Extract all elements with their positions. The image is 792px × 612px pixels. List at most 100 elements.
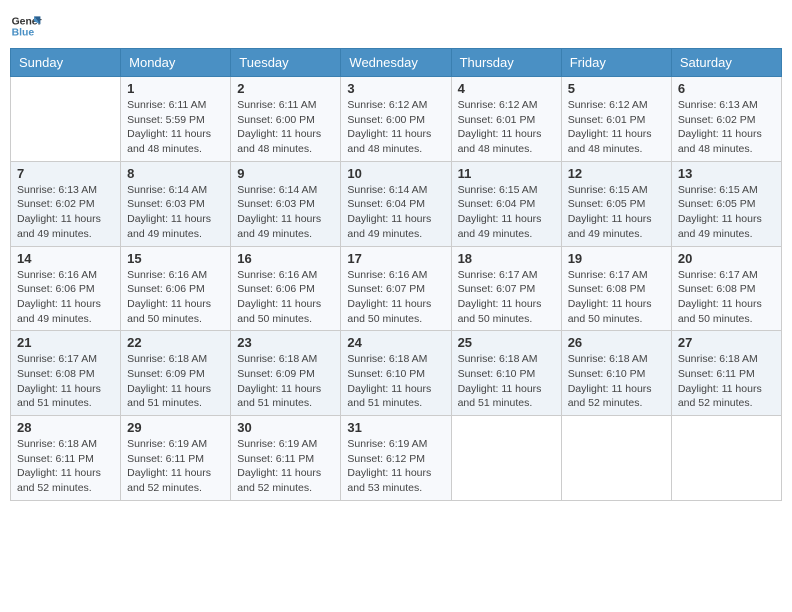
calendar-cell: 2Sunrise: 6:11 AMSunset: 6:00 PMDaylight… (231, 77, 341, 162)
weekday-sunday: Sunday (11, 49, 121, 77)
day-number: 5 (568, 81, 665, 96)
calendar-cell: 31 Sunrise: 6:19 AMSunset: 6:12 PMDayligh… (341, 416, 451, 501)
day-info: Sunrise: 6:16 AMSunset: 6:07 PMDaylight:… (347, 268, 444, 327)
day-info: Sunrise: 6:19 AMSunset: 6:12 PMDaylight:… (347, 437, 444, 496)
day-info: Sunrise: 6:14 AMSunset: 6:03 PMDaylight:… (237, 183, 334, 242)
calendar-cell: 27 Sunrise: 6:18 AMSunset: 6:11 PMDayligh… (671, 331, 781, 416)
calendar-cell: 30 Sunrise: 6:19 AMSunset: 6:11 PMDayligh… (231, 416, 341, 501)
weekday-monday: Monday (121, 49, 231, 77)
day-info: Sunrise: 6:18 AMSunset: 6:11 PMDaylight:… (678, 352, 775, 411)
day-number: 26 (568, 335, 665, 350)
calendar-cell (11, 77, 121, 162)
logo-icon: General Blue (10, 10, 42, 42)
calendar-body: 1 Sunrise: 6:11 AMSunset: 5:59 PMDaylight… (11, 77, 782, 501)
day-info: Sunrise: 6:15 AMSunset: 6:05 PMDaylight:… (568, 183, 665, 242)
day-number: 17 (347, 251, 444, 266)
week-row-4: 21 Sunrise: 6:17 AMSunset: 6:08 PMDayligh… (11, 331, 782, 416)
calendar-cell: 8 Sunrise: 6:14 AMSunset: 6:03 PMDaylight… (121, 161, 231, 246)
day-number: 7 (17, 166, 114, 181)
day-number: 25 (458, 335, 555, 350)
calendar-cell: 15 Sunrise: 6:16 AMSunset: 6:06 PMDayligh… (121, 246, 231, 331)
day-number: 1 (127, 81, 224, 96)
day-number: 3 (347, 81, 444, 96)
calendar-cell: 22 Sunrise: 6:18 AMSunset: 6:09 PMDayligh… (121, 331, 231, 416)
day-number: 27 (678, 335, 775, 350)
calendar-cell: 13 Sunrise: 6:15 AMSunset: 6:05 PMDayligh… (671, 161, 781, 246)
day-number: 31 (347, 420, 444, 435)
calendar-table: SundayMondayTuesdayWednesdayThursdayFrid… (10, 48, 782, 501)
day-info: Sunrise: 6:17 AMSunset: 6:08 PMDaylight:… (678, 268, 775, 327)
calendar-cell: 6 Sunrise: 6:13 AMSunset: 6:02 PMDaylight… (671, 77, 781, 162)
day-info: Sunrise: 6:11 AMSunset: 6:00 PMDaylight:… (237, 98, 334, 157)
day-number: 24 (347, 335, 444, 350)
day-number: 12 (568, 166, 665, 181)
day-info: Sunrise: 6:12 AMSunset: 6:01 PMDaylight:… (568, 98, 665, 157)
day-info: Sunrise: 6:14 AMSunset: 6:03 PMDaylight:… (127, 183, 224, 242)
day-info: Sunrise: 6:18 AMSunset: 6:10 PMDaylight:… (347, 352, 444, 411)
week-row-1: 1 Sunrise: 6:11 AMSunset: 5:59 PMDaylight… (11, 77, 782, 162)
day-info: Sunrise: 6:13 AMSunset: 6:02 PMDaylight:… (678, 98, 775, 157)
calendar-cell: 16Sunrise: 6:16 AMSunset: 6:06 PMDayligh… (231, 246, 341, 331)
day-info: Sunrise: 6:16 AMSunset: 6:06 PMDaylight:… (127, 268, 224, 327)
day-info: Sunrise: 6:19 AMSunset: 6:11 PMDaylight:… (237, 437, 334, 496)
day-number: 8 (127, 166, 224, 181)
weekday-saturday: Saturday (671, 49, 781, 77)
calendar-cell: 12 Sunrise: 6:15 AMSunset: 6:05 PMDayligh… (561, 161, 671, 246)
day-info: Sunrise: 6:18 AMSunset: 6:11 PMDaylight:… (17, 437, 114, 496)
day-number: 23 (237, 335, 334, 350)
calendar-cell: 25 Sunrise: 6:18 AMSunset: 6:10 PMDayligh… (451, 331, 561, 416)
calendar-cell: 9 Sunrise: 6:14 AMSunset: 6:03 PMDaylight… (231, 161, 341, 246)
calendar-cell: 7 Sunrise: 6:13 AMSunset: 6:02 PMDaylight… (11, 161, 121, 246)
calendar-cell: 29 Sunrise: 6:19 AMSunset: 6:11 PMDayligh… (121, 416, 231, 501)
day-number: 28 (17, 420, 114, 435)
weekday-tuesday: Tuesday (231, 49, 341, 77)
day-info: Sunrise: 6:16 AMSunset: 6:06 PMDaylight:… (17, 268, 114, 327)
day-number: 13 (678, 166, 775, 181)
day-info: Sunrise: 6:17 AMSunset: 6:07 PMDaylight:… (458, 268, 555, 327)
calendar-cell: 23 Sunrise: 6:18 AMSunset: 6:09 PMDayligh… (231, 331, 341, 416)
day-info: Sunrise: 6:12 AMSunset: 6:00 PMDaylight:… (347, 98, 444, 157)
day-info: Sunrise: 6:14 AMSunset: 6:04 PMDaylight:… (347, 183, 444, 242)
day-info: Sunrise: 6:17 AMSunset: 6:08 PMDaylight:… (17, 352, 114, 411)
calendar-cell: 14 Sunrise: 6:16 AMSunset: 6:06 PMDayligh… (11, 246, 121, 331)
week-row-2: 7 Sunrise: 6:13 AMSunset: 6:02 PMDaylight… (11, 161, 782, 246)
calendar-cell: 24 Sunrise: 6:18 AMSunset: 6:10 PMDayligh… (341, 331, 451, 416)
day-info: Sunrise: 6:13 AMSunset: 6:02 PMDaylight:… (17, 183, 114, 242)
weekday-wednesday: Wednesday (341, 49, 451, 77)
calendar-cell: 21 Sunrise: 6:17 AMSunset: 6:08 PMDayligh… (11, 331, 121, 416)
calendar-cell: 3 Sunrise: 6:12 AMSunset: 6:00 PMDaylight… (341, 77, 451, 162)
day-number: 29 (127, 420, 224, 435)
day-number: 4 (458, 81, 555, 96)
day-info: Sunrise: 6:18 AMSunset: 6:09 PMDaylight:… (127, 352, 224, 411)
day-number: 9 (237, 166, 334, 181)
day-number: 10 (347, 166, 444, 181)
calendar-cell: 11Sunrise: 6:15 AMSunset: 6:04 PMDayligh… (451, 161, 561, 246)
day-number: 18 (458, 251, 555, 266)
day-number: 30 (237, 420, 334, 435)
day-number: 20 (678, 251, 775, 266)
day-info: Sunrise: 6:18 AMSunset: 6:09 PMDaylight:… (237, 352, 334, 411)
day-info: Sunrise: 6:11 AMSunset: 5:59 PMDaylight:… (127, 98, 224, 157)
calendar-cell: 28 Sunrise: 6:18 AMSunset: 6:11 PMDayligh… (11, 416, 121, 501)
weekday-thursday: Thursday (451, 49, 561, 77)
day-number: 15 (127, 251, 224, 266)
day-info: Sunrise: 6:15 AMSunset: 6:05 PMDaylight:… (678, 183, 775, 242)
calendar-cell: 26Sunrise: 6:18 AMSunset: 6:10 PMDayligh… (561, 331, 671, 416)
page-header: General Blue (10, 10, 782, 42)
calendar-cell: 1 Sunrise: 6:11 AMSunset: 5:59 PMDaylight… (121, 77, 231, 162)
day-number: 19 (568, 251, 665, 266)
weekday-friday: Friday (561, 49, 671, 77)
calendar-cell (671, 416, 781, 501)
svg-text:Blue: Blue (12, 28, 35, 39)
day-number: 22 (127, 335, 224, 350)
logo: General Blue (10, 10, 42, 42)
day-number: 21 (17, 335, 114, 350)
day-info: Sunrise: 6:19 AMSunset: 6:11 PMDaylight:… (127, 437, 224, 496)
day-number: 14 (17, 251, 114, 266)
day-info: Sunrise: 6:16 AMSunset: 6:06 PMDaylight:… (237, 268, 334, 327)
calendar-cell: 17 Sunrise: 6:16 AMSunset: 6:07 PMDayligh… (341, 246, 451, 331)
day-number: 6 (678, 81, 775, 96)
calendar-cell: 10 Sunrise: 6:14 AMSunset: 6:04 PMDayligh… (341, 161, 451, 246)
calendar-cell: 19Sunrise: 6:17 AMSunset: 6:08 PMDayligh… (561, 246, 671, 331)
day-info: Sunrise: 6:18 AMSunset: 6:10 PMDaylight:… (458, 352, 555, 411)
